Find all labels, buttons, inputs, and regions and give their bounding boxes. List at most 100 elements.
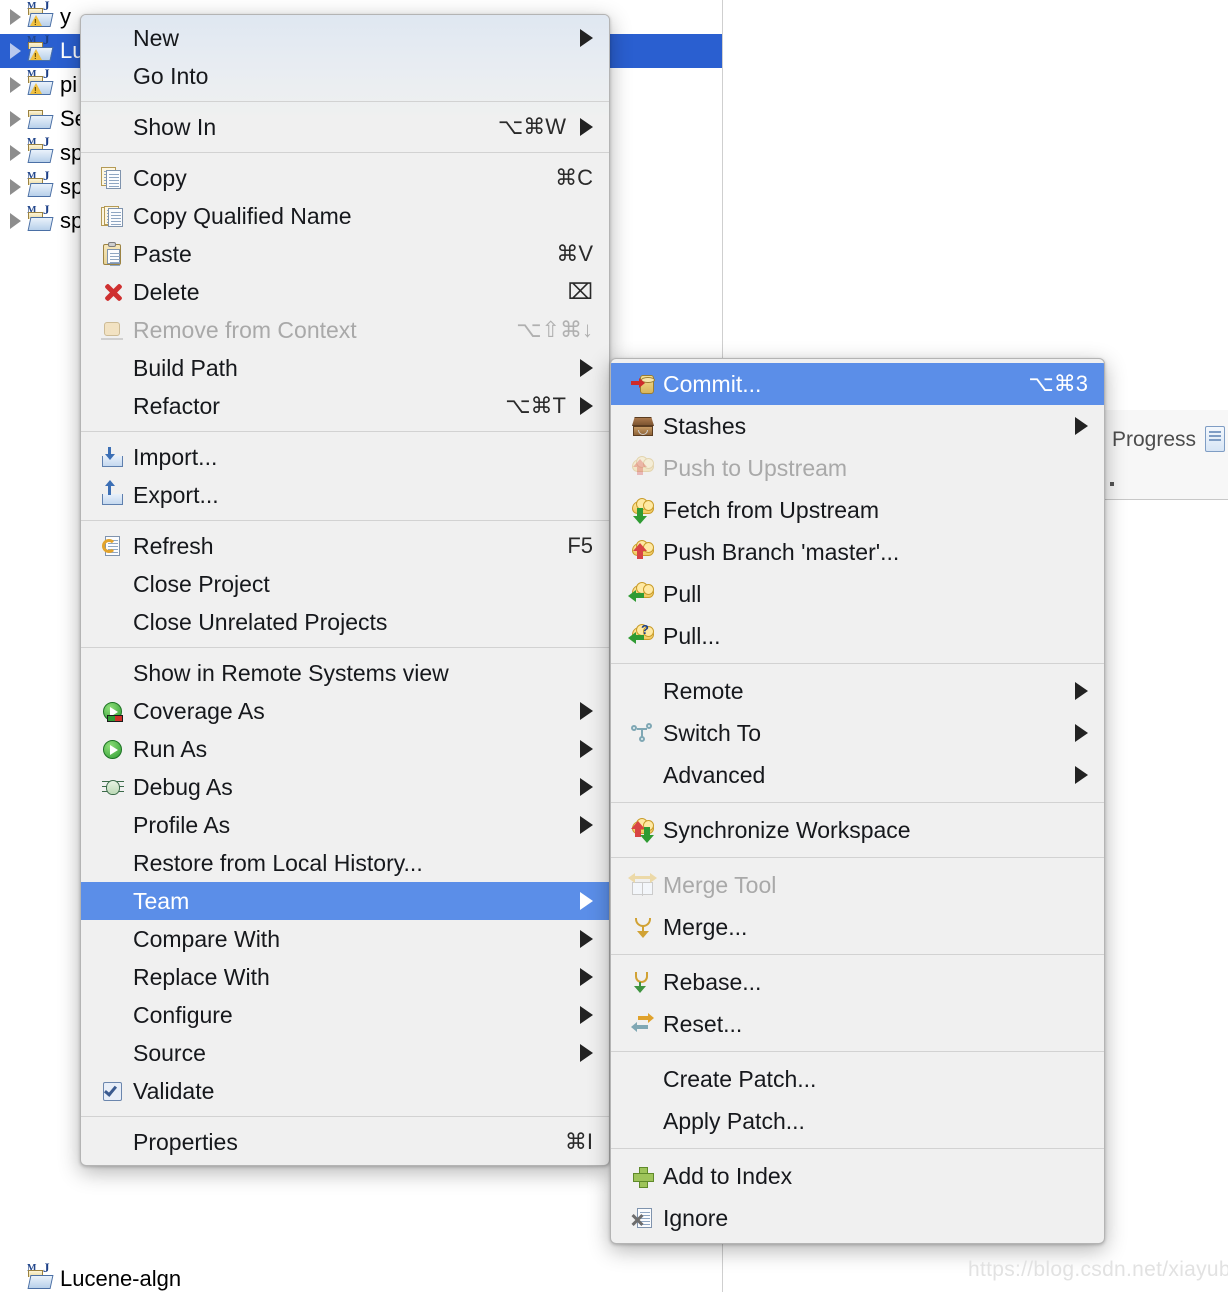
menu-item-create-patch[interactable]: Create Patch... — [611, 1058, 1104, 1100]
menu-item-rebase[interactable]: Rebase... — [611, 961, 1104, 1003]
submenu-arrow-icon — [580, 968, 593, 986]
menu-item-apply-patch[interactable]: Apply Patch... — [611, 1100, 1104, 1142]
tree-expand-arrow-icon[interactable] — [4, 145, 26, 161]
menu-item-switch-to[interactable]: Switch To — [611, 712, 1104, 754]
menu-item-shortcut: ⌘I — [564, 1129, 593, 1154]
menu-item-label: Create Patch... — [663, 1065, 817, 1092]
tree-row-label: Lucene-algn — [60, 1266, 182, 1291]
submenu-arrow-icon — [580, 816, 593, 834]
menu-item-fetch-from-upstream[interactable]: Fetch from Upstream — [611, 489, 1104, 531]
menu-item-synchronize-workspace[interactable]: Synchronize Workspace — [611, 809, 1104, 851]
fetch-from-upstream-icon — [627, 497, 661, 524]
menu-item-icon-slot — [97, 812, 131, 838]
menu-separator — [611, 954, 1104, 955]
menu-item-icon-slot — [97, 114, 131, 140]
menu-item-source[interactable]: Source — [81, 1034, 609, 1072]
menu-item-build-path[interactable]: Build Path — [81, 349, 609, 387]
menu-separator — [611, 802, 1104, 803]
menu-item-label: Compare With — [133, 925, 280, 952]
menu-item-label: Source — [133, 1039, 206, 1066]
menu-item-restore-from-local-history[interactable]: Restore from Local History... — [81, 844, 609, 882]
menu-item-remote[interactable]: Remote — [611, 670, 1104, 712]
menu-item-debug-as[interactable]: Debug As — [81, 768, 609, 806]
menu-item-icon-slot — [97, 63, 131, 89]
menu-item-configure[interactable]: Configure — [81, 996, 609, 1034]
maven-java-project-icon: MJ — [26, 169, 56, 200]
progress-tab-label[interactable]: Progress — [1112, 428, 1196, 452]
menu-item-add-to-index[interactable]: Add to Index — [611, 1155, 1104, 1197]
menu-item-stashes[interactable]: Stashes — [611, 405, 1104, 447]
progress-bullet — [1110, 482, 1114, 486]
menu-item-copy[interactable]: Copy ⌘C — [81, 159, 609, 197]
menu-item-team[interactable]: Team — [81, 882, 609, 920]
menu-item-copy-qualified-name[interactable]: Copy Qualified Name — [81, 197, 609, 235]
menu-separator — [81, 152, 609, 153]
menu-item-label: Fetch from Upstream — [663, 496, 879, 523]
menu-item-export[interactable]: Export... — [81, 476, 609, 514]
menu-item-shortcut: F5 — [567, 533, 593, 558]
menu-item-profile-as[interactable]: Profile As — [81, 806, 609, 844]
menu-item-show-in-remote-systems-view[interactable]: Show in Remote Systems view — [81, 654, 609, 692]
menu-item-ignore[interactable]: Ignore — [611, 1197, 1104, 1239]
tree-expand-arrow-icon[interactable] — [4, 77, 26, 93]
copy-icon — [97, 165, 131, 191]
menu-item-validate[interactable]: Validate — [81, 1072, 609, 1110]
menu-item-shortcut: ⌥⌘3 — [1028, 371, 1088, 396]
menu-item-show-in[interactable]: Show In ⌥⌘W — [81, 108, 609, 146]
switch-to-icon — [627, 720, 661, 746]
tree-expand-arrow-icon[interactable] — [4, 9, 26, 25]
submenu-arrow-icon — [580, 29, 593, 47]
menu-item-icon-slot — [97, 660, 131, 686]
menu-item-advanced[interactable]: Advanced — [611, 754, 1104, 796]
folder-icon — [26, 106, 56, 132]
menu-item-refresh[interactable]: Refresh F5 — [81, 527, 609, 565]
synchronize-workspace-icon — [627, 817, 661, 843]
menu-item-delete[interactable]: Delete ⌧ — [81, 273, 609, 311]
menu-item-import[interactable]: Import... — [81, 438, 609, 476]
menu-separator — [611, 1051, 1104, 1052]
menu-item-label: Pull — [663, 580, 702, 607]
menu-item-close-project[interactable]: Close Project — [81, 565, 609, 603]
menu-item-label: Build Path — [133, 354, 238, 381]
menu-item-label: Profile As — [133, 811, 231, 838]
menu-item-label: Restore from Local History... — [133, 849, 423, 876]
project-context-menu[interactable]: New Go Into Show In ⌥⌘W Copy ⌘C Copy Qualified… — [80, 14, 610, 1166]
menu-separator — [81, 647, 609, 648]
menu-item-go-into[interactable]: Go Into — [81, 57, 609, 95]
menu-item-replace-with[interactable]: Replace With — [81, 958, 609, 996]
menu-item-paste[interactable]: Paste ⌘V — [81, 235, 609, 273]
menu-item-reset[interactable]: Reset... — [611, 1003, 1104, 1045]
progress-view[interactable]: Progress — [1101, 410, 1228, 500]
menu-item-merge[interactable]: Merge... — [611, 906, 1104, 948]
menu-item-refactor[interactable]: Refactor ⌥⌘T — [81, 387, 609, 425]
menu-item-commit[interactable]: Commit... ⌥⌘3 — [611, 363, 1104, 405]
menu-item-label: Export... — [133, 481, 219, 508]
menu-item-pull[interactable]: ? Pull... — [611, 615, 1104, 657]
team-submenu[interactable]: Commit... ⌥⌘3 Stashes Push to Upstream Fetch… — [610, 358, 1105, 1244]
pull-icon — [627, 581, 661, 607]
menu-item-label: Push Branch 'master'... — [663, 538, 900, 565]
tree-expand-arrow-icon[interactable] — [4, 43, 26, 59]
menu-item-icon-slot — [97, 964, 131, 990]
menu-item-label: Rebase... — [663, 968, 762, 995]
menu-item-icon-slot — [97, 850, 131, 876]
submenu-arrow-icon — [580, 930, 593, 948]
menu-item-label: Show in Remote Systems view — [133, 659, 449, 686]
tree-row-bottom[interactable]: M J Lucene-algn — [0, 1261, 182, 1292]
submenu-arrow-icon — [580, 397, 593, 415]
menu-item-compare-with[interactable]: Compare With — [81, 920, 609, 958]
menu-item-push-branch-master[interactable]: Push Branch 'master'... — [611, 531, 1104, 573]
menu-item-label: Ignore — [663, 1204, 729, 1231]
menu-item-new[interactable]: New — [81, 19, 609, 57]
menu-item-properties[interactable]: Properties ⌘I — [81, 1123, 609, 1161]
tree-expand-arrow-icon[interactable] — [4, 111, 26, 127]
menu-item-close-unrelated-projects[interactable]: Close Unrelated Projects — [81, 603, 609, 641]
tree-expand-arrow-icon[interactable] — [4, 179, 26, 195]
menu-item-coverage-as[interactable]: Coverage As — [81, 692, 609, 730]
menu-item-shortcut: ⌥⌘W — [497, 114, 566, 139]
menu-item-run-as[interactable]: Run As — [81, 730, 609, 768]
tree-expand-arrow-icon[interactable] — [4, 213, 26, 229]
menu-item-pull[interactable]: Pull — [611, 573, 1104, 615]
submenu-arrow-icon — [1075, 417, 1088, 435]
menu-separator — [81, 431, 609, 432]
